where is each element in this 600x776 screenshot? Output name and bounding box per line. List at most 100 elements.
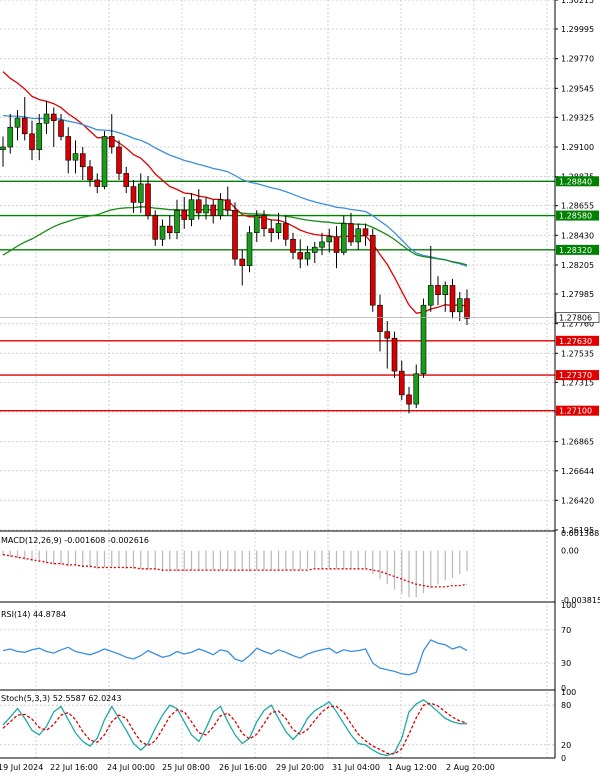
level-label: 1.28840 <box>559 177 592 186</box>
price-tick-label: 1.28655 <box>561 202 594 211</box>
macd-tick-label: 0.001368 <box>561 529 599 538</box>
time-label: 24 Jul 00:00 <box>107 763 155 772</box>
candle-down <box>108 136 115 148</box>
time-label: 26 Jul 16:00 <box>219 763 267 772</box>
time-label: 25 Jul 08:00 <box>162 763 210 772</box>
candle-up <box>326 236 333 243</box>
candle-up <box>456 298 463 313</box>
candle-down <box>166 225 173 233</box>
level-label: 1.28580 <box>559 212 592 221</box>
candle-up <box>311 246 318 253</box>
candle-up <box>427 285 434 306</box>
price-tick-label: 1.27535 <box>561 349 594 358</box>
time-label: 29 Jul 20:00 <box>276 763 324 772</box>
candle-down <box>58 120 64 137</box>
price-tick-label: 1.29545 <box>561 84 594 93</box>
candle-up <box>0 146 6 150</box>
candle-down <box>87 166 93 181</box>
price-tick-label: 1.29100 <box>561 143 594 152</box>
time-label: 22 Jul 16:00 <box>50 763 98 772</box>
candle-down <box>145 183 151 216</box>
candle-down <box>210 204 217 216</box>
candle-up <box>7 126 14 148</box>
stoch-tick-label: 20 <box>561 741 571 750</box>
candle-down <box>398 370 405 396</box>
price-tick-label: 1.26644 <box>561 467 594 476</box>
rsi-tick-label: 70 <box>561 626 571 635</box>
stoch-tick-label: 80 <box>561 701 571 710</box>
candle-down <box>384 331 391 339</box>
candle-down <box>391 337 398 372</box>
candle-down <box>333 236 340 253</box>
candle-down <box>29 133 35 150</box>
candle-down <box>290 238 296 253</box>
candle-down <box>449 285 456 313</box>
level-label: 1.27630 <box>559 337 592 346</box>
price-tick-label: 1.27985 <box>561 290 594 299</box>
candle-down <box>377 304 383 332</box>
candle-down <box>348 223 354 243</box>
candle-up <box>217 199 224 216</box>
candle-up <box>319 241 325 248</box>
price-tick-label: 1.28430 <box>561 231 594 240</box>
candle-up <box>203 204 209 214</box>
stoch-tick-label: 0 <box>561 754 566 763</box>
candle-down <box>464 298 470 319</box>
level-label: 1.27370 <box>559 371 592 380</box>
candle-down <box>261 215 267 230</box>
time-label: 31 Jul 04:00 <box>332 763 380 772</box>
price-tick-label: 1.28205 <box>561 261 594 270</box>
macd-tick-label: 0.00 <box>561 547 579 556</box>
macd-label: MACD(12,26,9) -0.001608 -0.002616 <box>1 536 149 545</box>
candle-down <box>21 117 28 135</box>
candle-down <box>65 136 72 161</box>
candle-down <box>130 186 137 203</box>
candle-down <box>224 199 231 211</box>
candle-up <box>137 183 144 203</box>
candle-up <box>174 209 180 233</box>
candle-up <box>43 113 50 124</box>
candle-up <box>246 232 253 266</box>
candle-down <box>406 394 412 405</box>
time-label: 2 Aug 20:00 <box>446 763 495 772</box>
rsi-tick-label: 30 <box>561 659 571 668</box>
price-tick-label: 1.29770 <box>561 55 594 64</box>
time-label: 1 Aug 12:00 <box>388 763 437 772</box>
rsi-label: RSI(14) 44.8784 <box>1 610 66 619</box>
level-label: 1.27100 <box>559 407 592 416</box>
time-axis: 19 Jul 2024 22 Jul 16:00 24 Jul 00:00 25 Ju… <box>0 763 495 772</box>
candle-down <box>369 235 376 306</box>
candle-up <box>275 223 282 233</box>
stoch-label: Stoch(5,3,3) 52.5587 62.0243 <box>1 694 121 703</box>
candle-up <box>355 228 362 243</box>
candle-down <box>94 179 101 187</box>
candle-down <box>362 228 369 236</box>
price-tick-label: 1.29995 <box>561 25 594 34</box>
candle-up <box>72 153 79 161</box>
candle-down <box>232 209 238 260</box>
candle-down <box>435 285 441 295</box>
candle-up <box>188 199 195 220</box>
candle-up <box>14 117 21 128</box>
candle-up <box>340 223 347 253</box>
price-tick-label: 1.30215 <box>561 0 594 5</box>
candle-down <box>116 146 122 174</box>
candle-up <box>442 285 449 295</box>
candle-up <box>159 225 166 240</box>
candle-up <box>304 252 311 260</box>
price-tick-label: 1.29325 <box>561 113 594 122</box>
time-label: 19 Jul 2024 <box>0 763 43 772</box>
candle-down <box>297 252 304 260</box>
candle-down <box>195 199 202 214</box>
candle-down <box>239 258 246 266</box>
candle-down <box>282 223 289 240</box>
current-price-label: 1.27806 <box>559 314 592 323</box>
price-tick-label: 1.26865 <box>561 438 594 447</box>
candle-up <box>101 136 108 187</box>
candle-up <box>253 215 260 233</box>
candle-up <box>413 373 420 405</box>
chart: 1.30215 1.29995 1.29770 1.29545 1.29325 1.291… <box>0 0 600 776</box>
candle-up <box>420 304 427 375</box>
price-tick-label: 1.26420 <box>561 496 594 505</box>
candle-down <box>181 209 188 220</box>
